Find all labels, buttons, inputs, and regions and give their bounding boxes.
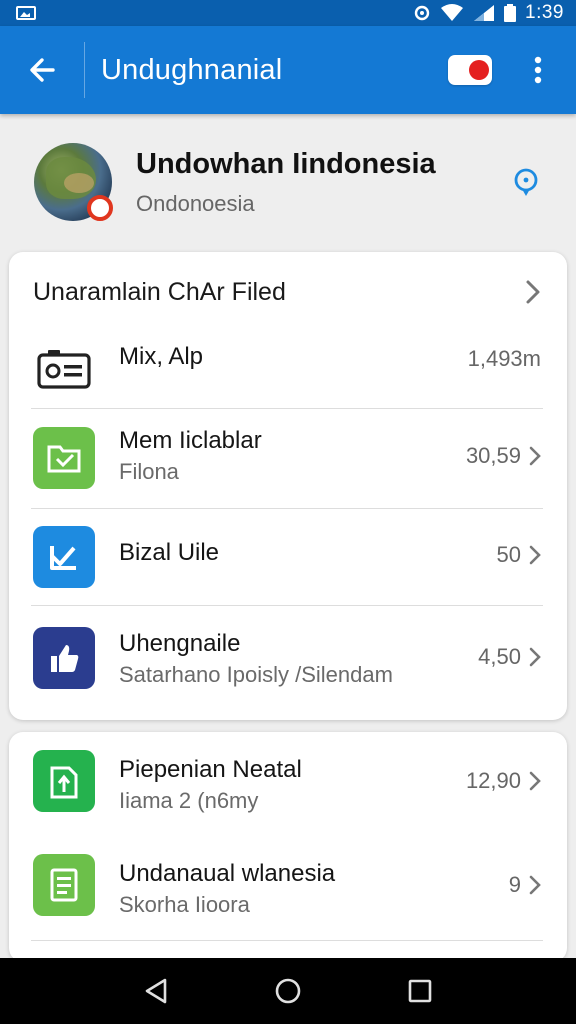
profile-header: Undowhan Iindonesia Ondonoesia: [0, 118, 576, 248]
chevron-right-icon: [529, 545, 541, 565]
triangle-back-icon: [145, 978, 167, 1004]
divider: [31, 940, 543, 941]
flag-button[interactable]: [440, 26, 500, 114]
sync-icon: [414, 5, 430, 21]
chevron-right-icon: [529, 771, 541, 791]
check-icon: [33, 526, 95, 588]
row-title: Bizal Uile: [119, 539, 220, 566]
files-card: Unaramlain ChAr Filed Mix, Alp 1,493m Me…: [9, 252, 567, 720]
chevron-right-icon: [526, 280, 540, 304]
card-header[interactable]: Unaramlain ChAr Filed: [9, 252, 567, 332]
document-icon: [33, 854, 95, 916]
chevron-right-icon: [529, 446, 541, 466]
avatar-status-badge: [87, 195, 113, 221]
row-value: 4,50: [478, 644, 541, 670]
profile-name: Undowhan Iindonesia: [136, 148, 436, 180]
location-pin-icon: [514, 168, 538, 196]
list-item[interactable]: Piepenian Neatal Iiama 2 (n6my 12,90: [9, 732, 567, 836]
arrow-back-icon: [30, 58, 55, 82]
row-value: 50: [497, 542, 541, 568]
list-item[interactable]: Undanaual wlanesia Skorha Iioora 9: [9, 836, 567, 940]
row-value: 9: [509, 872, 541, 898]
id-card-icon: [33, 338, 95, 400]
upload-icon: [33, 750, 95, 812]
row-value: 12,90: [466, 768, 541, 794]
row-subtitle: Satarhano Ipoisly /Silendam: [119, 662, 393, 687]
app-bar: Undughnanial: [0, 26, 576, 114]
row-title: Undanaual wlanesia: [119, 860, 336, 887]
row-subtitle: Skorha Iioora: [119, 892, 250, 917]
list-item[interactable]: Bizal Uile 50: [9, 509, 567, 605]
nav-home-button[interactable]: [258, 961, 318, 1021]
location-button[interactable]: [512, 168, 540, 203]
row-subtitle: Iiama 2 (n6my: [119, 788, 259, 813]
more-vert-icon: [534, 56, 542, 84]
row-title: Mix, Alp: [119, 343, 204, 370]
wifi-icon: [441, 4, 464, 21]
list-item[interactable]: Uhengnaile Satarhano Ipoisly /Silendam 4…: [9, 606, 567, 716]
profile-subtitle: Ondonoesia: [136, 191, 255, 216]
battery-icon: [504, 4, 517, 22]
chevron-right-icon: [529, 647, 541, 667]
nav-recents-button[interactable]: [390, 961, 450, 1021]
nav-back-button[interactable]: [126, 961, 186, 1021]
app-bar-divider: [84, 42, 85, 98]
files-card-secondary: Piepenian Neatal Iiama 2 (n6my 12,90 Und…: [9, 732, 567, 962]
signal-icon: [474, 5, 495, 21]
thumbs-up-icon: [33, 627, 95, 689]
square-recents-icon: [408, 979, 432, 1003]
list-item[interactable]: Mix, Alp 1,493m: [9, 328, 567, 408]
page-title: Undughnanial: [101, 53, 283, 86]
row-value: 30,59: [466, 443, 541, 469]
status-time: 1:39: [525, 2, 564, 23]
system-nav-bar: [0, 958, 576, 1024]
folder-icon: [33, 427, 95, 489]
back-button[interactable]: [0, 26, 84, 114]
row-title: Mem Iiclablar: [119, 427, 262, 454]
card-header-title: Unaramlain ChAr Filed: [33, 277, 286, 306]
circle-home-icon: [275, 978, 301, 1004]
flag-icon: [448, 55, 492, 85]
chevron-right-icon: [529, 875, 541, 895]
row-subtitle: Filona: [119, 459, 179, 484]
row-title: Piepenian Neatal: [119, 756, 302, 783]
status-bar: 1:39: [0, 0, 576, 26]
gallery-notification-icon: [16, 6, 36, 20]
row-value: 1,493m: [467, 346, 541, 371]
list-item[interactable]: Mem Iiclablar Filona 30,59: [9, 409, 567, 507]
row-title: Uhengnaile: [119, 630, 241, 657]
overflow-menu-button[interactable]: [518, 26, 558, 114]
